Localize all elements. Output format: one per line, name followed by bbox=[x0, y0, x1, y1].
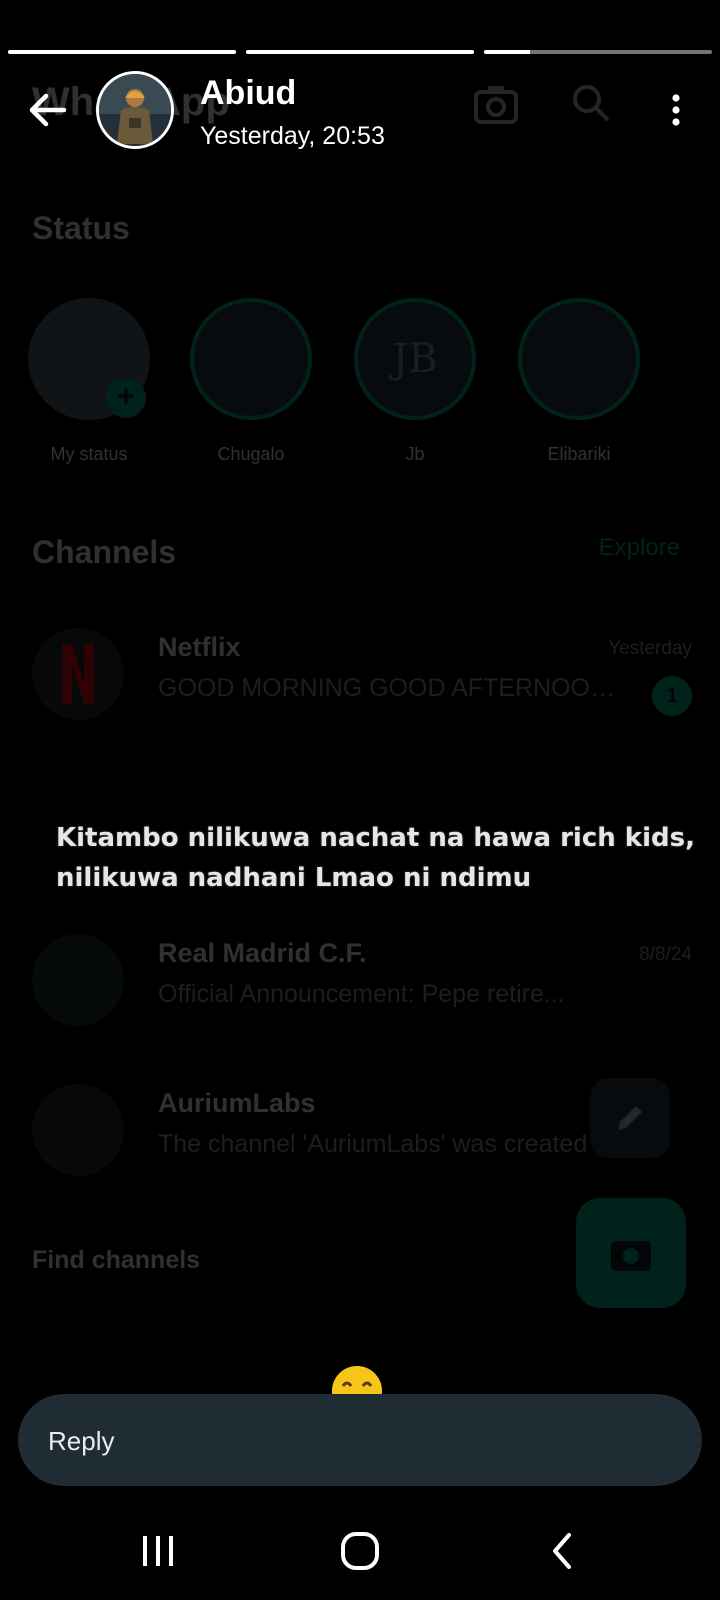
status-name: Jb bbox=[405, 444, 425, 464]
channel-message: The channel 'AuriumLabs' was created bbox=[158, 1130, 588, 1158]
channel-name: Netflix bbox=[158, 632, 241, 662]
channels-heading: Channels bbox=[32, 534, 177, 570]
home-icon[interactable] bbox=[330, 1528, 390, 1574]
camera-fab-icon bbox=[576, 1198, 686, 1308]
find-channels-heading: Find channels bbox=[32, 1246, 201, 1274]
channel-name: Real Madrid C.F. bbox=[158, 938, 367, 968]
channel-avatar bbox=[32, 1084, 124, 1176]
progress-segment bbox=[484, 50, 712, 54]
status-name: My status bbox=[50, 444, 128, 464]
progress-segment bbox=[8, 50, 236, 54]
status-name: Chugalo bbox=[217, 444, 285, 464]
progress-segment bbox=[246, 50, 474, 54]
channel-time: Yesterday bbox=[608, 638, 692, 659]
channel-avatar bbox=[32, 628, 124, 720]
camera-icon bbox=[474, 84, 518, 124]
status-item: Elibariki bbox=[514, 298, 644, 465]
add-status-icon: + bbox=[106, 378, 146, 418]
status-item: + My status bbox=[24, 298, 154, 465]
status-name: Elibariki bbox=[547, 444, 611, 464]
status-item: Chugalo bbox=[186, 298, 316, 465]
channel-item: Real Madrid C.F. 8/8/24 Official Announc… bbox=[32, 934, 692, 1034]
status-heading: Status bbox=[32, 210, 130, 246]
channel-time: 8/8/24 bbox=[639, 944, 692, 965]
unread-badge: 1 bbox=[652, 676, 692, 716]
status-avatar bbox=[190, 298, 312, 420]
channel-avatar bbox=[32, 934, 124, 1026]
channel-name: AuriumLabs bbox=[158, 1088, 316, 1118]
arrow-left-icon[interactable] bbox=[24, 86, 72, 134]
status-avatar bbox=[518, 298, 640, 420]
explore-link: Explore bbox=[598, 534, 680, 561]
reply-input[interactable]: Reply bbox=[18, 1394, 702, 1486]
channel-item: Netflix Yesterday GOOD MORNING GOOD AFTE… bbox=[32, 628, 692, 728]
story-progress bbox=[8, 50, 712, 54]
reply-placeholder: Reply bbox=[48, 1426, 115, 1456]
contact-name: Abiud bbox=[200, 74, 297, 112]
search-icon bbox=[570, 84, 614, 124]
channel-message: GOOD MORNING GOOD AFTERNOON... bbox=[158, 674, 628, 702]
status-avatar: JB bbox=[354, 298, 476, 420]
more-vertical-icon[interactable] bbox=[656, 92, 696, 132]
channel-message: Official Announcement: Pepe retire... bbox=[158, 980, 565, 1008]
recents-icon[interactable] bbox=[128, 1528, 188, 1574]
avatar[interactable] bbox=[96, 71, 174, 149]
navigation-bar bbox=[0, 1500, 720, 1600]
background-updates-screen: WhatsApp Status + My status Chugalo JB J… bbox=[0, 0, 720, 1600]
status-item: JB Jb bbox=[350, 298, 480, 465]
story-text: Kitambo nilikuwa nachat na hawa rich kid… bbox=[56, 823, 695, 893]
status-row: + My status Chugalo JB Jb Elibariki bbox=[24, 298, 720, 478]
nav-back-icon[interactable] bbox=[532, 1528, 592, 1574]
pencil-icon bbox=[590, 1078, 670, 1158]
story-timestamp: Yesterday, 20:53 bbox=[200, 122, 385, 150]
